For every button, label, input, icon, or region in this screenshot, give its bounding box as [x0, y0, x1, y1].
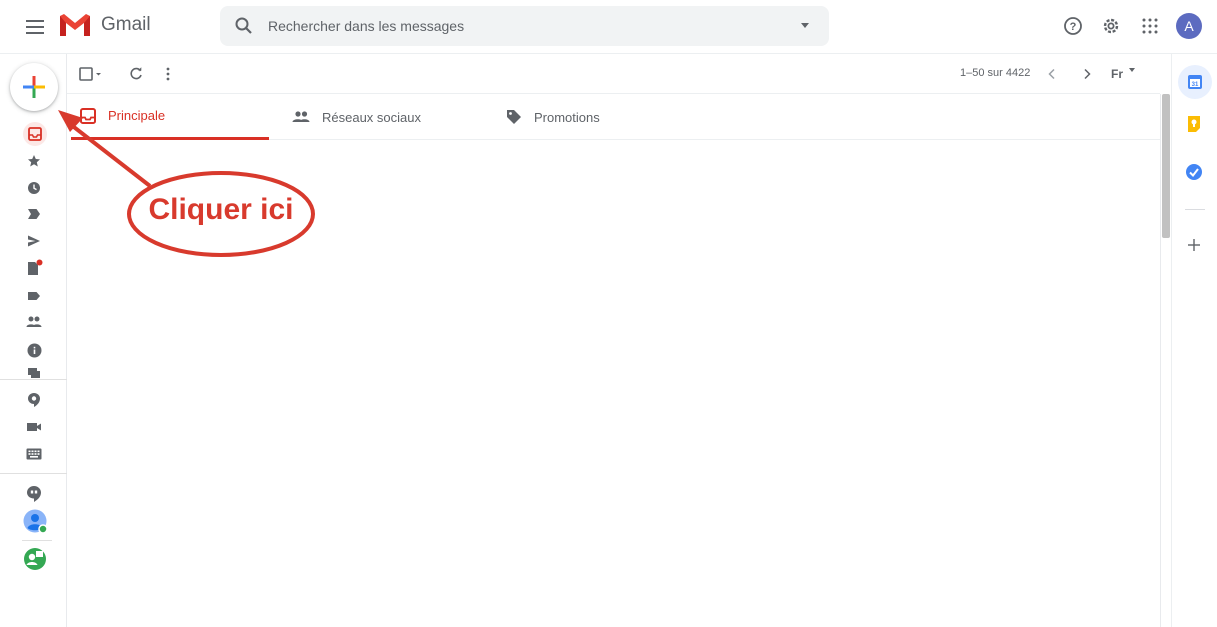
category-tabs: Principale Réseaux sociaux Promotions [71, 94, 1160, 140]
scrollbar-thumb[interactable] [1162, 94, 1170, 238]
hangouts-icon[interactable] [24, 484, 44, 504]
draft-icon[interactable] [24, 258, 44, 278]
inbox-tab-icon [80, 107, 96, 124]
input-tools-button[interactable]: Fr [1111, 64, 1135, 84]
contact-avatar-icon[interactable] [22, 508, 48, 534]
nav-divider [22, 540, 52, 541]
select-checkbox[interactable] [79, 64, 103, 84]
tab-label: Réseaux sociaux [322, 109, 421, 125]
left-navigation [0, 112, 67, 627]
video-icon[interactable] [24, 417, 44, 437]
settings-gear-icon[interactable] [1098, 13, 1124, 39]
search-icon[interactable] [234, 16, 254, 41]
side-panel: 31 [1171, 54, 1217, 627]
tasks-icon[interactable] [1183, 161, 1205, 183]
message-toolbar: 1–50 sur 4422 Fr [67, 55, 1160, 93]
previous-page-icon[interactable] [1047, 64, 1057, 84]
add-app-icon[interactable] [1183, 234, 1205, 256]
checkbox-icon [79, 67, 101, 81]
star-icon[interactable] [24, 151, 44, 171]
gmail-m-icon [60, 14, 90, 36]
chevron-down-icon [1129, 68, 1135, 72]
top-header: Gmail ? A [0, 0, 1217, 54]
svg-text:31: 31 [1192, 82, 1199, 88]
main-menu-icon[interactable] [22, 14, 48, 40]
help-icon[interactable]: ? [1060, 13, 1086, 39]
search-options-dropdown-icon[interactable] [801, 23, 809, 28]
tab-reseaux-sociaux[interactable]: Réseaux sociaux [290, 94, 488, 140]
tab-promotions[interactable]: Promotions [504, 94, 702, 140]
tab-label: Principale [108, 108, 166, 123]
search-input[interactable] [268, 6, 788, 46]
calendar-icon[interactable]: 31 [1178, 65, 1212, 99]
label-icon[interactable] [24, 286, 44, 306]
google-apps-icon[interactable] [1137, 13, 1163, 39]
hangouts-bubble-icon[interactable] [24, 390, 44, 410]
more-vert-icon[interactable] [165, 64, 171, 84]
side-panel-divider [1185, 209, 1205, 210]
app-name: Gmail [101, 14, 151, 35]
clock-icon[interactable] [24, 178, 44, 198]
tab-principale[interactable]: Principale [71, 94, 269, 140]
keyboard-icon[interactable] [24, 444, 44, 464]
refresh-icon[interactable] [128, 64, 144, 84]
tag-tab-icon [507, 110, 521, 124]
svg-text:?: ? [1070, 21, 1077, 33]
forum-icon[interactable] [24, 366, 44, 379]
people-icon[interactable] [24, 312, 44, 332]
account-avatar[interactable]: A [1176, 13, 1202, 39]
search-bar[interactable] [220, 6, 829, 46]
annotation-label: Cliquer ici [148, 193, 294, 226]
nav-divider [0, 473, 67, 474]
compose-button[interactable] [10, 63, 58, 111]
nav-divider [0, 379, 67, 380]
keep-icon[interactable] [1183, 113, 1205, 135]
pagination-info: 1–50 sur 4422 [960, 67, 1031, 79]
input-language-label: Fr [1111, 67, 1123, 81]
important-icon[interactable] [24, 204, 44, 224]
hangouts-user-icon[interactable] [22, 546, 48, 572]
tab-label: Promotions [534, 109, 600, 125]
gmail-logo[interactable]: Gmail [58, 12, 151, 38]
inbox-icon[interactable] [23, 122, 47, 146]
next-page-icon[interactable] [1082, 64, 1092, 84]
send-icon[interactable] [24, 231, 44, 251]
info-icon[interactable] [24, 340, 44, 360]
compose-plus-icon [23, 76, 45, 98]
people-tab-icon [292, 111, 310, 122]
